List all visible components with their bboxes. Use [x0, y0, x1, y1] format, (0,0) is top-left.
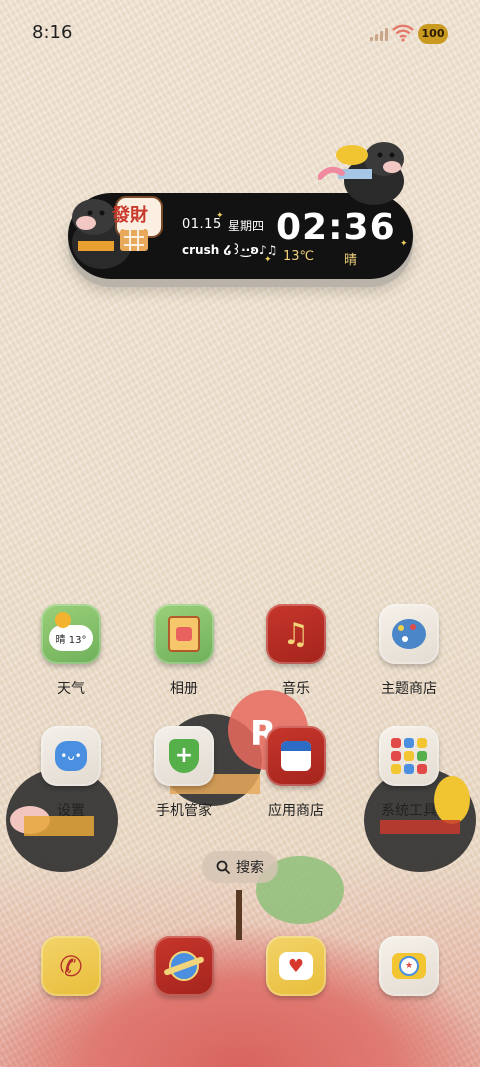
app-label: 音乐	[282, 681, 310, 697]
status-bar: 8:16 100	[0, 0, 480, 66]
app-label: 相册	[170, 681, 198, 697]
search-button[interactable]: 搜索	[202, 851, 278, 883]
app-store-icon	[266, 726, 326, 786]
phone-manager-icon: +	[154, 726, 214, 786]
clock-minutes: 36	[343, 207, 396, 248]
star-icon: ✦	[400, 239, 408, 249]
search-label: 搜索	[236, 860, 264, 876]
lucky-sign-text: 發財	[112, 205, 148, 226]
camera-icon: ★	[379, 936, 439, 996]
app-weather[interactable]: 晴 13° 天气	[30, 604, 112, 698]
app-theme-store[interactable]: 主题商店	[368, 604, 450, 698]
theme-store-icon	[379, 604, 439, 664]
dock-camera[interactable]: ★	[368, 936, 450, 996]
app-label: 应用商店	[268, 803, 324, 819]
dock-phone[interactable]: ✆	[30, 936, 112, 996]
cow-mascot-left-icon	[72, 196, 163, 269]
status-time: 8:16	[32, 22, 73, 43]
star-icon: ✦	[264, 255, 272, 265]
dock-messages[interactable]: ♥	[255, 936, 337, 996]
wifi-icon	[392, 24, 414, 42]
signal-icon	[370, 28, 388, 41]
app-label: 系统工具	[381, 803, 437, 819]
gallery-icon	[154, 604, 214, 664]
widget-clock: 02:36	[276, 207, 396, 248]
app-music[interactable]: ♫ 音乐	[255, 604, 337, 698]
music-icon: ♫	[266, 604, 326, 664]
app-label: 主题商店	[381, 681, 437, 697]
star-icon: ✦	[216, 211, 224, 221]
widget-weekday: 星期四	[228, 219, 265, 233]
clock-hours: 02	[276, 207, 329, 248]
dock-browser[interactable]	[143, 936, 225, 996]
settings-icon: •ᴗ•	[41, 726, 101, 786]
app-label: 设置	[57, 803, 85, 819]
app-gallery[interactable]: 相册	[143, 604, 225, 698]
widget-temperature: 13℃	[283, 249, 315, 264]
search-icon	[216, 860, 230, 874]
phone-icon: ✆	[41, 936, 101, 996]
browser-icon	[154, 936, 214, 996]
weather-icon: 晴 13°	[41, 604, 101, 664]
clock-widget[interactable]: 發財 01.15 星期四 crush ໒꒱·͜·ʚ♪♫ 02:36 13℃ 晴 …	[68, 142, 413, 279]
app-app-store[interactable]: 应用商店	[255, 726, 337, 820]
widget-weather-condition: 晴	[344, 253, 358, 268]
app-phone-manager[interactable]: + 手机管家	[143, 726, 225, 820]
battery-icon: 100	[418, 24, 448, 44]
messages-icon: ♥	[266, 936, 326, 996]
cow-mascot-right-icon	[318, 142, 404, 205]
app-system-tools[interactable]: 系统工具	[368, 726, 450, 820]
weather-badge: 晴 13°	[49, 625, 93, 651]
system-tools-icon	[379, 726, 439, 786]
app-settings[interactable]: •ᴗ• 设置	[30, 726, 112, 820]
app-label: 天气	[57, 681, 85, 697]
app-label: 手机管家	[156, 803, 212, 819]
